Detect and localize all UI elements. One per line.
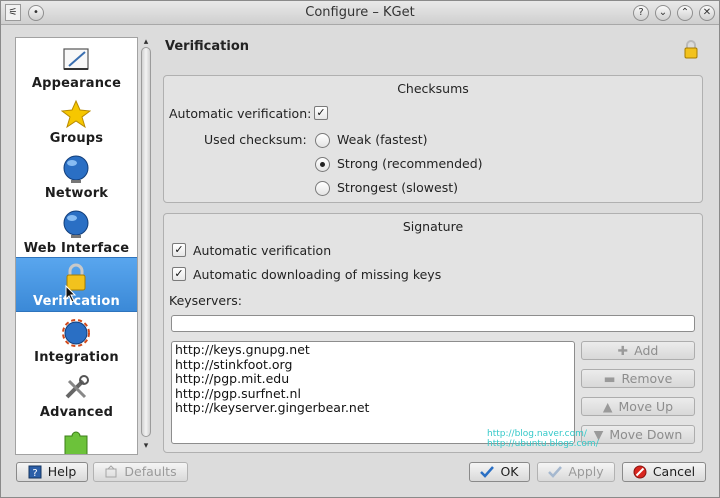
title-bar[interactable]: ⚟ • Configure – KGet ? ⌄ ⌃ ✕	[1, 1, 719, 25]
auto-verification-checkbox[interactable]: ✓	[314, 106, 328, 120]
cancel-button-label: Cancel	[652, 464, 696, 479]
checksum-weak-label[interactable]: Weak (fastest)	[337, 132, 428, 147]
checksum-strongest-label[interactable]: Strongest (slowest)	[337, 180, 458, 195]
defaults-button-label: Defaults	[124, 464, 177, 479]
puzzle-icon	[64, 431, 88, 454]
move-up-button-label: Move Up	[618, 399, 674, 414]
plus-icon: ✚	[617, 343, 629, 358]
sidebar-item-label: Integration	[34, 350, 119, 365]
checksum-strong-label[interactable]: Strong (recommended)	[337, 156, 483, 171]
auto-download-keys-checkbox[interactable]: ✓	[172, 267, 186, 281]
auto-download-keys-label[interactable]: Automatic downloading of missing keys	[193, 267, 441, 282]
cancel-button[interactable]: Cancel	[622, 462, 706, 482]
sidebar-item-network[interactable]: Network	[16, 150, 137, 205]
checksum-weak-radio[interactable]	[315, 133, 330, 148]
integration-icon	[62, 319, 90, 347]
sidebar-item-plugins[interactable]	[16, 424, 137, 454]
globe-icon	[63, 155, 89, 183]
watermark-line: http://blog.naver.com/	[487, 429, 587, 439]
list-item[interactable]: http://keyserver.gingerbear.net	[172, 400, 574, 416]
sidebar-item-groups[interactable]: Groups	[16, 95, 137, 150]
sig-auto-verification-checkbox[interactable]: ✓	[172, 243, 186, 257]
watermark: http://blog.naver.com/ http://ubuntu.blo…	[487, 429, 599, 449]
sidebar-item-label: Appearance	[31, 76, 122, 91]
move-up-button[interactable]: ▲ Move Up	[581, 397, 695, 416]
lock-icon	[684, 40, 698, 59]
appearance-icon	[63, 48, 89, 70]
help-icon[interactable]: ?	[633, 5, 649, 21]
cancel-icon	[633, 465, 647, 479]
sidebar-item-integration[interactable]: Integration	[16, 314, 137, 369]
list-item[interactable]: http://stinkfoot.org	[172, 357, 574, 373]
help-button[interactable]: ? Help	[16, 462, 88, 482]
tools-icon	[65, 375, 89, 399]
help-button-label: Help	[47, 464, 77, 479]
sidebar-item-advanced[interactable]: Advanced	[16, 369, 137, 424]
group-title: Signature	[402, 219, 464, 234]
maximize-icon[interactable]: ⌃	[677, 5, 693, 21]
used-checksum-label: Used checksum:	[204, 132, 307, 147]
scroll-down-icon[interactable]: ▾	[139, 441, 153, 451]
checkmark-icon	[548, 466, 563, 478]
checksum-strong-radio[interactable]	[315, 157, 330, 172]
sidebar-item-web-interface[interactable]: Web Interface	[16, 205, 137, 260]
keyserver-input[interactable]	[171, 315, 695, 332]
move-down-button-label: Move Down	[609, 427, 683, 442]
checkmark-icon	[480, 466, 495, 478]
sidebar-item-label: Groups	[49, 131, 104, 146]
defaults-button[interactable]: Defaults	[93, 462, 188, 482]
star-icon	[61, 99, 91, 129]
defaults-icon	[105, 465, 117, 478]
apply-button-label: Apply	[568, 464, 604, 479]
minus-icon: ▬	[603, 371, 616, 386]
auto-verification-label: Automatic verification:	[169, 106, 312, 121]
list-item[interactable]: http://pgp.mit.edu	[172, 371, 574, 387]
window-title: Configure – KGet	[305, 5, 415, 20]
sidebar-scrollbar[interactable]: ▴ ▾	[139, 37, 153, 455]
list-item[interactable]: http://pgp.surfnet.nl	[172, 386, 574, 402]
sidebar-item-label: Advanced	[39, 405, 114, 420]
minimize-icon[interactable]: ⌄	[655, 5, 671, 21]
sidebar-item-appearance[interactable]: Appearance	[16, 40, 137, 95]
apply-button[interactable]: Apply	[537, 462, 615, 482]
configure-dialog: ⚟ • Configure – KGet ? ⌄ ⌃ ✕ Appearance …	[0, 0, 720, 498]
ok-button-label: OK	[500, 464, 519, 479]
keyservers-label: Keyservers:	[169, 293, 242, 308]
checksum-strongest-radio[interactable]	[315, 181, 330, 196]
sig-auto-verification-label[interactable]: Automatic verification	[193, 243, 331, 258]
arrow-up-icon: ▲	[602, 399, 613, 414]
sidebar-item-label: Network	[44, 186, 109, 201]
watermark-line: http://ubuntu.blogs.com/	[487, 439, 599, 449]
help-book-icon: ?	[28, 465, 42, 479]
scroll-up-icon[interactable]: ▴	[139, 37, 153, 47]
sidebar: Appearance Groups Network Web Interface	[15, 37, 138, 455]
group-title: Checksums	[397, 81, 469, 96]
remove-button[interactable]: ▬ Remove	[581, 369, 695, 388]
svg-text:?: ?	[32, 468, 37, 479]
add-button-label: Add	[634, 343, 659, 358]
sidebar-item-label: Web Interface	[23, 241, 130, 256]
list-item[interactable]: http://keys.gnupg.net	[172, 342, 574, 358]
scrollbar-handle[interactable]	[141, 47, 151, 437]
globe-icon	[63, 210, 89, 238]
page-title: Verification	[165, 39, 250, 54]
ok-button[interactable]: OK	[469, 462, 530, 482]
close-icon[interactable]: ✕	[699, 5, 715, 21]
mouse-cursor-icon	[65, 285, 77, 303]
add-button[interactable]: ✚ Add	[581, 341, 695, 360]
remove-button-label: Remove	[621, 371, 673, 386]
